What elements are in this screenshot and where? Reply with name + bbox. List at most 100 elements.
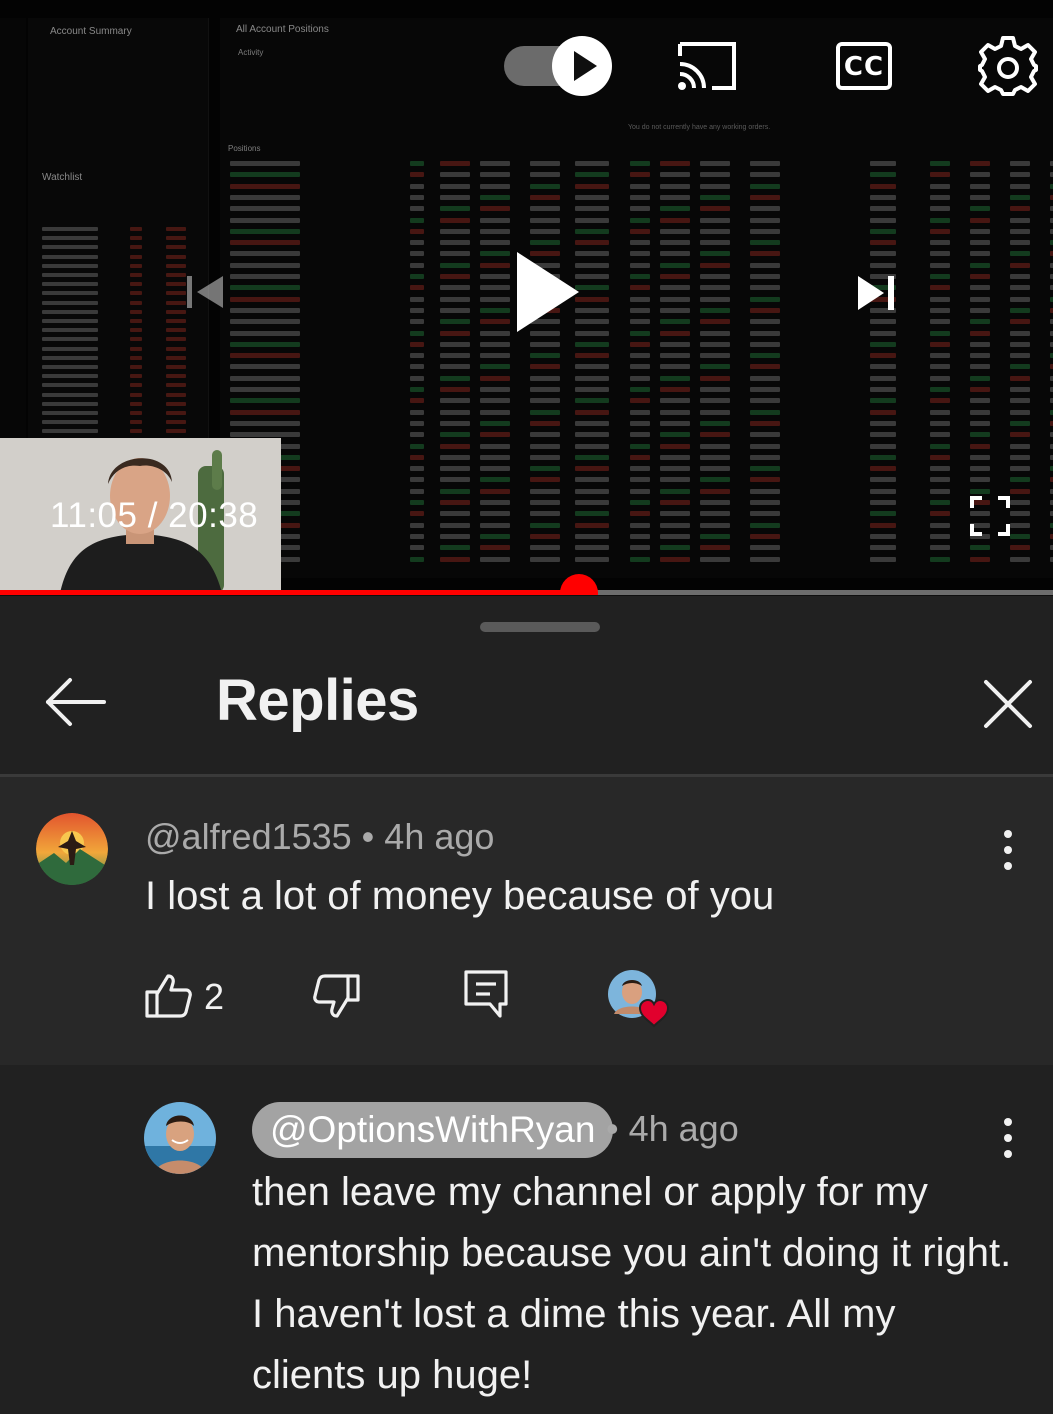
list-cell xyxy=(130,300,142,305)
table-cell xyxy=(930,307,950,313)
list-item xyxy=(42,336,192,342)
table-cell xyxy=(530,466,560,472)
list-cell xyxy=(130,337,142,342)
table-cell xyxy=(630,409,650,415)
table-cell xyxy=(750,454,780,460)
positions-label: Positions xyxy=(228,144,261,153)
table-cell xyxy=(440,353,470,359)
table-cell xyxy=(660,556,690,562)
fullscreen-icon[interactable] xyxy=(970,496,1010,536)
list-cell xyxy=(166,383,186,388)
table-row xyxy=(230,194,1053,201)
list-cell xyxy=(42,291,98,296)
table-cell xyxy=(440,398,470,404)
table-cell xyxy=(750,240,780,246)
autoplay-toggle-knob[interactable] xyxy=(552,36,612,96)
table-cell xyxy=(440,432,470,438)
table-cell xyxy=(575,194,609,200)
table-cell xyxy=(750,217,780,223)
table-cell xyxy=(700,454,730,460)
list-cell xyxy=(42,346,98,351)
table-cell xyxy=(1010,307,1030,313)
table-cell xyxy=(660,217,690,223)
cast-icon[interactable] xyxy=(676,40,738,92)
table-row xyxy=(230,296,1053,303)
table-cell xyxy=(410,545,424,551)
more-vert-icon[interactable] xyxy=(1000,1118,1016,1158)
reply-author-badge[interactable]: @OptionsWithRyan xyxy=(252,1102,614,1158)
table-cell xyxy=(700,387,730,392)
table-cell xyxy=(870,522,896,528)
table-row xyxy=(230,533,1053,540)
table-cell xyxy=(410,296,424,302)
table-cell xyxy=(1010,285,1030,291)
table-cell xyxy=(575,454,609,460)
table-cell xyxy=(480,511,510,517)
list-item xyxy=(42,364,192,370)
list-cell xyxy=(130,392,142,397)
table-cell xyxy=(630,330,650,336)
dislike-icon[interactable] xyxy=(313,972,361,1020)
table-cell xyxy=(750,285,780,291)
avatar-image xyxy=(36,813,108,885)
table-cell xyxy=(970,296,990,302)
table-cell xyxy=(1010,194,1030,200)
table-cell xyxy=(970,420,990,426)
table-cell xyxy=(700,556,730,562)
reply-icon[interactable] xyxy=(464,970,508,1018)
table-cell xyxy=(575,533,609,539)
avatar[interactable] xyxy=(36,813,108,885)
list-cell xyxy=(166,245,186,250)
table-cell xyxy=(440,274,470,279)
drag-handle[interactable] xyxy=(480,622,600,632)
table-cell xyxy=(870,330,896,336)
table-row xyxy=(230,522,1053,529)
table-cell xyxy=(750,387,780,392)
table-cell xyxy=(575,477,609,483)
play-icon[interactable] xyxy=(515,250,581,334)
list-item xyxy=(42,290,192,296)
table-cell xyxy=(700,183,730,189)
avatar[interactable] xyxy=(144,1102,216,1174)
table-cell xyxy=(575,206,609,212)
list-item xyxy=(42,318,192,324)
comment-text: I lost a lot of money because of you xyxy=(145,874,775,918)
table-cell xyxy=(1010,172,1030,178)
table-row xyxy=(230,375,1053,382)
previous-video-icon[interactable] xyxy=(185,272,225,312)
table-cell xyxy=(1010,409,1030,415)
settings-gear-icon[interactable] xyxy=(976,34,1040,98)
list-item xyxy=(42,392,192,398)
table-cell xyxy=(440,228,470,234)
table-cell xyxy=(970,217,990,223)
table-cell xyxy=(930,511,950,517)
next-video-icon[interactable] xyxy=(858,274,896,312)
table-cell xyxy=(1010,330,1030,336)
table-cell xyxy=(700,307,730,313)
table-cell xyxy=(1010,533,1030,539)
table-cell xyxy=(530,353,560,359)
table-cell xyxy=(970,274,990,279)
table-cell xyxy=(970,172,990,178)
back-arrow-icon[interactable] xyxy=(40,672,106,732)
table-row xyxy=(230,318,1053,325)
list-item xyxy=(42,244,192,250)
like-icon[interactable] xyxy=(144,972,192,1020)
close-icon[interactable] xyxy=(980,676,1036,732)
list-cell xyxy=(42,420,98,425)
more-vert-icon[interactable] xyxy=(1000,830,1016,870)
table-cell xyxy=(410,454,424,460)
table-cell xyxy=(930,500,950,505)
table-cell xyxy=(410,251,424,257)
table-cell xyxy=(970,341,990,347)
table-row xyxy=(230,488,1053,495)
video-player[interactable]: Account Summary Watchlist All Account Po… xyxy=(0,0,1053,595)
table-cell xyxy=(1010,228,1030,234)
captions-button[interactable]: CC xyxy=(836,42,892,90)
table-cell xyxy=(750,477,780,483)
list-cell xyxy=(130,273,142,277)
list-cell xyxy=(166,263,186,268)
table-cell xyxy=(440,477,470,483)
table-cell xyxy=(410,420,424,426)
table-cell xyxy=(410,194,424,200)
